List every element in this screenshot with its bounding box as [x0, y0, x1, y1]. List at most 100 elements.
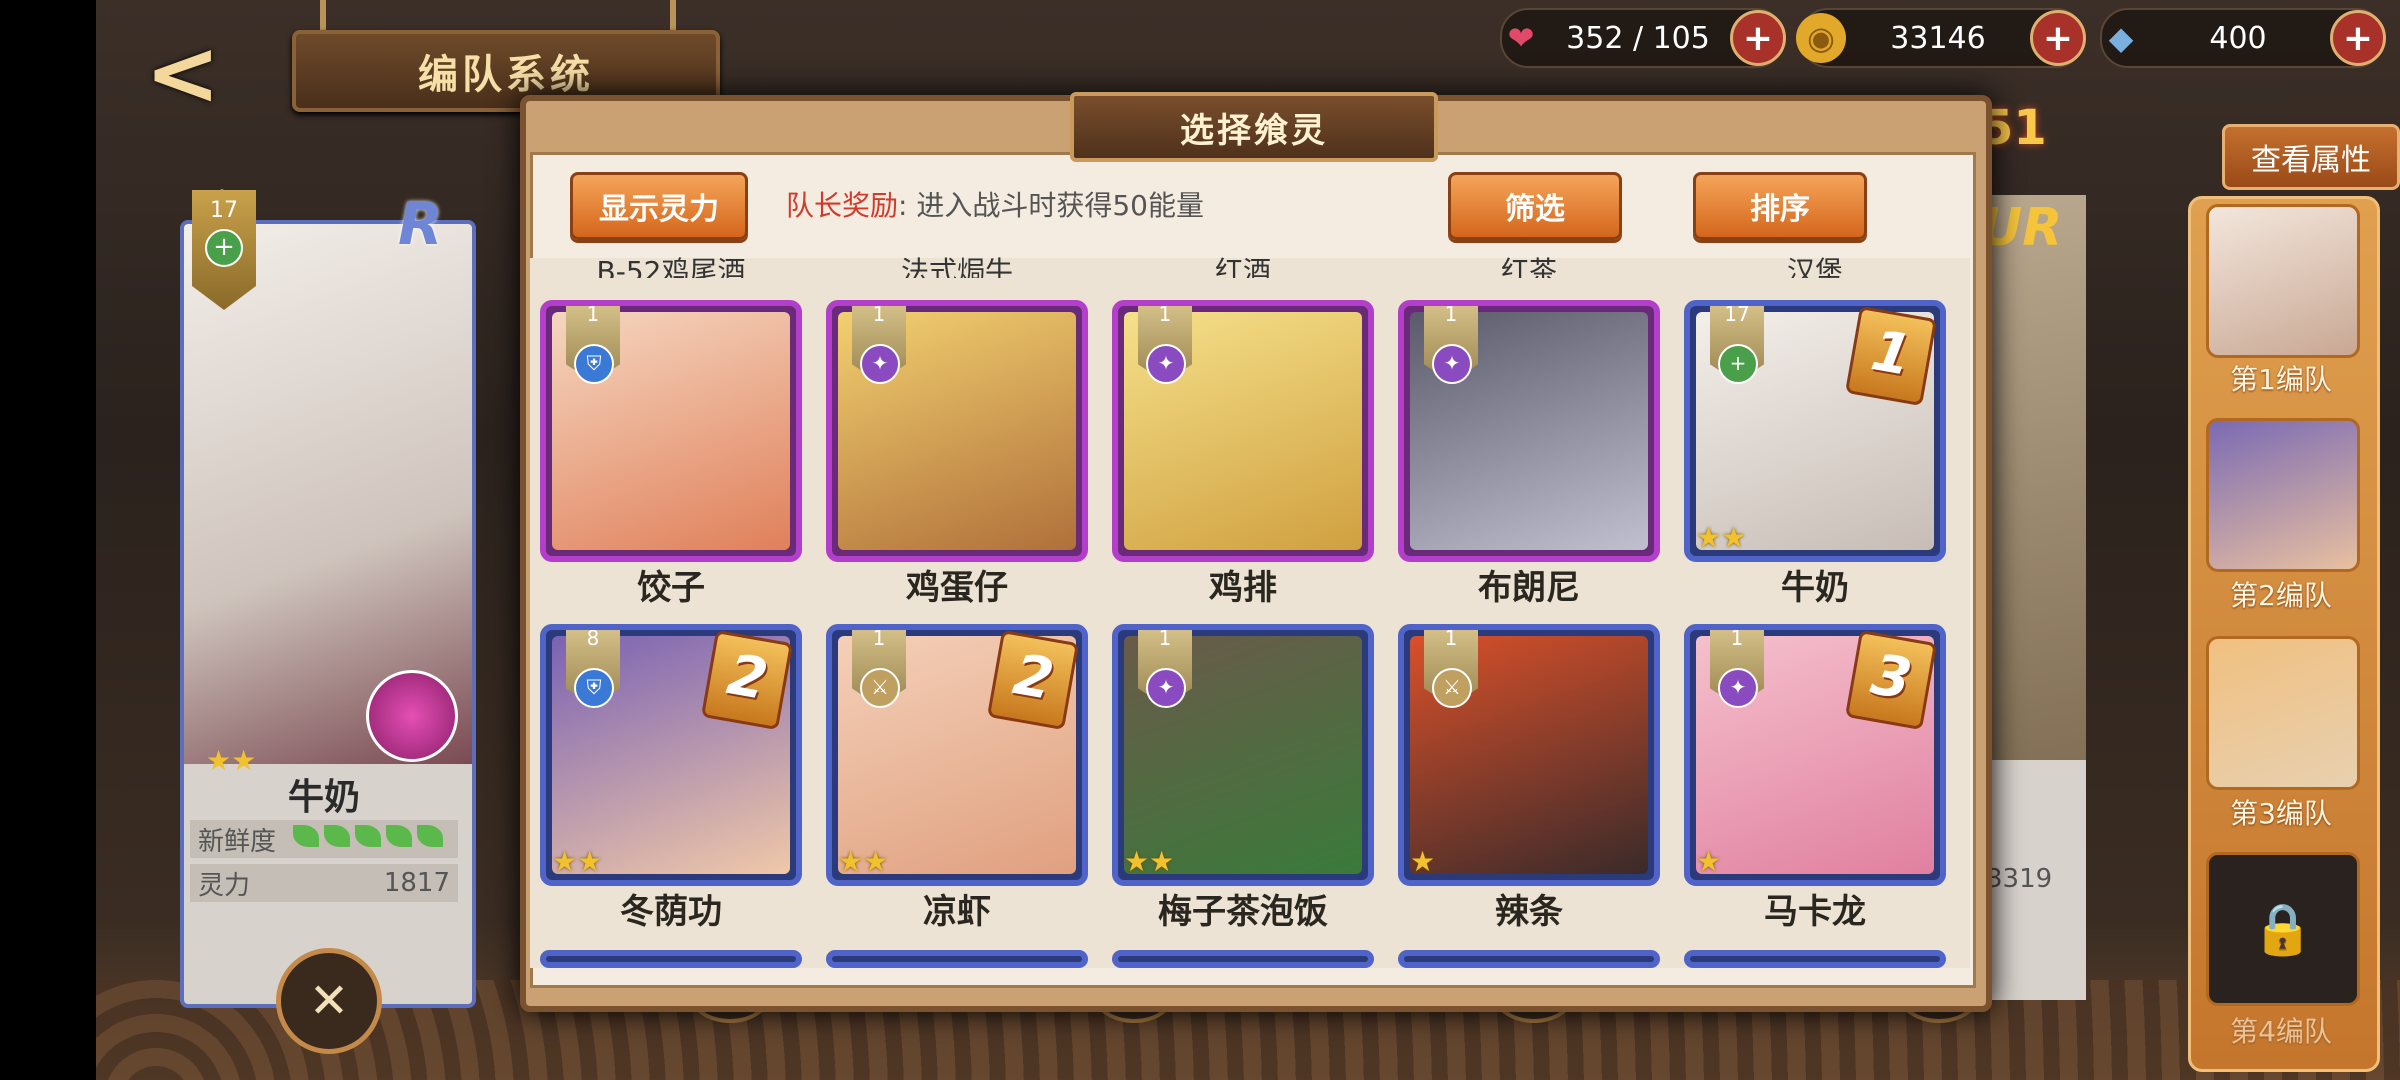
character-card[interactable]: 1 ⛨ [540, 300, 802, 562]
stamina-value: 352 / 105 [1566, 20, 1710, 56]
character-card[interactable]: 8 ⛨ 2 ★★ [540, 624, 802, 886]
leaf-icon [324, 825, 351, 847]
star-icon: ✦ [860, 344, 900, 384]
team-3-slot[interactable] [2206, 636, 2360, 790]
shield-icon: ⛨ [574, 344, 614, 384]
cut-off-character-name: 红茶 [1500, 255, 1557, 278]
freshness-label: 新鲜度 [198, 826, 277, 857]
add-crystal-button[interactable]: + [2330, 10, 2386, 66]
star-icon: ✦ [1146, 668, 1186, 708]
character-name: 梅子茶泡饭 [1158, 892, 1328, 932]
leader-level-flag: 17 + [192, 190, 256, 310]
cut-off-character-name: B-52鸡尾酒 [596, 255, 746, 278]
character-card[interactable]: 1 ✦ ★★ [1112, 624, 1374, 886]
stamina-resource: ❤ 352 / 105 + [1500, 8, 1786, 68]
gold-resource: ◉ 33146 + [1796, 8, 2086, 68]
character-card[interactable]: 17 +1 ★★ [1684, 300, 1946, 562]
character-card[interactable] [1112, 950, 1374, 968]
team-number-badge: 1 [1844, 306, 1938, 407]
view-attributes-button[interactable]: 查看属性 [2222, 124, 2400, 190]
sign-rope [670, 0, 676, 32]
sword-icon: ⚔ [860, 668, 900, 708]
sword-icon: ⚔ [1432, 668, 1472, 708]
fork-knife-icon[interactable]: ✕ [276, 948, 382, 1054]
rarity-badge-ur: UR [1980, 198, 2063, 258]
sort-button[interactable]: 排序 [1693, 172, 1867, 240]
team-1-label[interactable]: 第1编队 [2188, 358, 2374, 398]
sign-rope [320, 0, 326, 32]
captain-reward-text: : 进入战斗时获得50能量 [898, 189, 1204, 222]
back-arrow-icon[interactable]: < [145, 29, 255, 119]
star-rating: ★★ [552, 845, 603, 878]
character-card[interactable] [1398, 950, 1660, 968]
gold-value: 33146 [1890, 20, 1986, 56]
star-rating: ★★ [1124, 845, 1175, 878]
leader-name: 牛奶 [287, 777, 360, 818]
captain-reward-key: 队长奖励 [786, 189, 899, 222]
rarity-badge: R [398, 190, 443, 258]
modal-title: 选择飨灵 [1070, 92, 1438, 162]
freshness-leaves [288, 824, 444, 854]
leaf-icon [293, 825, 320, 847]
coin-icon: ◉ [1796, 13, 1846, 63]
character-name: 鸡蛋仔 [906, 568, 1008, 608]
team-number-badge: 3 [1844, 630, 1938, 731]
star-rating: ★ [1696, 845, 1722, 878]
crystal-icon: ◆ [2108, 19, 2134, 57]
star-icon: ✦ [1432, 344, 1472, 384]
character-card[interactable]: 1 ✦ 3 ★ [1684, 624, 1946, 886]
character-card[interactable] [540, 950, 802, 968]
character-card[interactable]: 1 ⚔ 2 ★★ [826, 624, 1088, 886]
character-card[interactable] [1684, 950, 1946, 968]
leaf-icon [417, 825, 444, 847]
plus-icon: + [1718, 344, 1758, 384]
leaf-icon [386, 825, 413, 847]
team-3-label[interactable]: 第3编队 [2188, 792, 2374, 832]
character-name: 牛奶 [1781, 568, 1849, 608]
team-4-label[interactable]: 第4编队 [2188, 1010, 2374, 1050]
star-rating: ★★ [1696, 521, 1747, 554]
star-icon: ✦ [1146, 344, 1186, 384]
team-number-badge: 2 [700, 630, 794, 731]
cut-off-character-name: 红酒 [1214, 255, 1271, 278]
plus-icon: + [205, 229, 243, 267]
star-icon: ✦ [1718, 668, 1758, 708]
crystal-value: 400 [2209, 20, 2267, 56]
leader-level: 17 [210, 198, 238, 223]
show-power-button[interactable]: 显示灵力 [570, 172, 748, 240]
character-name: 马卡龙 [1764, 892, 1866, 932]
cut-off-character-name: 法式焗牛 [900, 255, 1013, 278]
character-name: 鸡排 [1209, 568, 1277, 608]
character-card[interactable]: 1 ⚔ ★ [1398, 624, 1660, 886]
cut-off-character-name: 汉堡 [1786, 255, 1843, 278]
skill-icon[interactable] [366, 670, 458, 762]
crystal-resource: ◆ 400 + [2100, 8, 2386, 68]
shield-icon: ⛨ [574, 668, 614, 708]
team-2-slot[interactable] [2206, 418, 2360, 572]
lock-icon[interactable]: 🔒 [2206, 852, 2360, 1006]
team-1-slot[interactable] [2206, 204, 2360, 358]
character-card[interactable]: 1 ✦ [1398, 300, 1660, 562]
star-rating: ★ [1410, 845, 1436, 878]
character-name: 饺子 [637, 568, 705, 608]
character-card[interactable]: 1 ✦ [826, 300, 1088, 562]
character-card[interactable] [826, 950, 1088, 968]
character-name: 布朗尼 [1478, 568, 1580, 608]
captain-reward: 队长奖励: 进入战斗时获得50能量 [786, 184, 1204, 224]
character-card[interactable]: 1 ✦ [1112, 300, 1374, 562]
team-number-badge: 2 [986, 630, 1080, 731]
power-value: 1817 [383, 868, 450, 898]
character-name: 凉虾 [923, 892, 991, 932]
character-name: 冬荫功 [620, 892, 722, 932]
right-power-value: 3319 [1986, 864, 2053, 894]
power-label: 灵力 [198, 870, 251, 901]
screen-edge [0, 0, 96, 1080]
add-stamina-button[interactable]: + [1730, 10, 1786, 66]
power-row: 灵力 1817 [190, 864, 458, 902]
add-gold-button[interactable]: + [2030, 10, 2086, 66]
freshness-row: 新鲜度 [190, 820, 458, 858]
filter-button[interactable]: 筛选 [1448, 172, 1622, 240]
star-rating: ★★ [838, 845, 889, 878]
team-2-label[interactable]: 第2编队 [2188, 574, 2374, 614]
leaf-icon [355, 825, 382, 847]
